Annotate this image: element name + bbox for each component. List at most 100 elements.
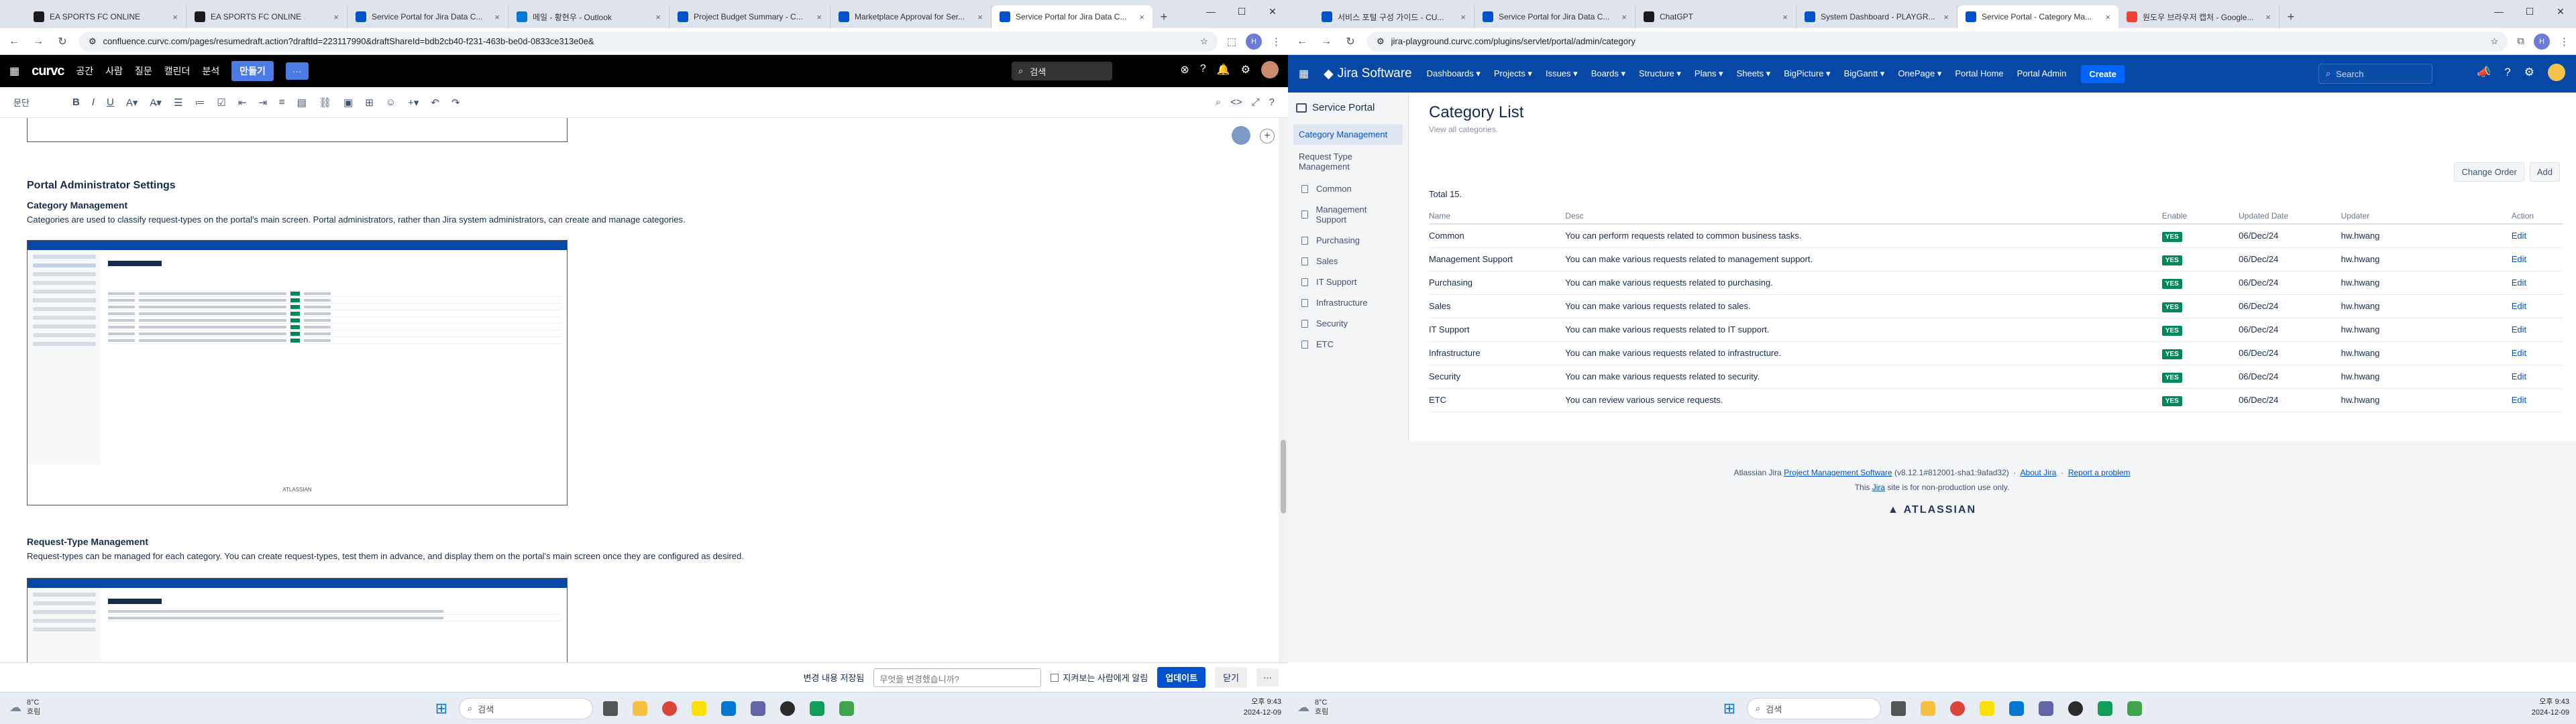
app-icon[interactable]	[2063, 697, 2088, 721]
task-view-icon[interactable]	[1886, 697, 1911, 721]
nav-people[interactable]: 사람	[105, 64, 123, 78]
back-icon[interactable]: ←	[7, 36, 21, 48]
nav-calendar[interactable]: 캘린더	[164, 64, 191, 78]
browser-tab[interactable]: Project Budget Summary - C... ×	[669, 5, 830, 28]
bold-icon[interactable]: B	[72, 97, 80, 108]
confluence-page-body[interactable]: Portal Administrator Settings Category M…	[0, 118, 1279, 662]
notify-watchers-checkbox[interactable]: 지켜보는 사람에게 알림	[1051, 671, 1148, 684]
minimize-icon[interactable]: —	[2483, 0, 2514, 23]
source-code-icon[interactable]: <>	[1230, 97, 1242, 108]
sidebar-category-item[interactable]: Common	[1288, 178, 1408, 199]
browser-tab[interactable]: 메일 - 황현우 - Outlook ×	[508, 5, 669, 28]
forward-icon[interactable]: →	[31, 36, 46, 48]
task-list-icon[interactable]: ☑	[217, 97, 225, 109]
page-scrollbar[interactable]	[1279, 118, 1288, 662]
tab-close-icon[interactable]: ×	[655, 12, 661, 22]
app-icon[interactable]	[775, 697, 800, 721]
redo-icon[interactable]: ↷	[451, 97, 460, 109]
back-icon[interactable]: ←	[1295, 36, 1309, 48]
new-tab-button[interactable]: +	[2279, 5, 2302, 28]
app-switcher-icon[interactable]: ▦	[1299, 67, 1309, 80]
tab-close-icon[interactable]: ×	[494, 12, 500, 22]
embedded-screenshot-request-type[interactable]	[27, 578, 568, 662]
tab-close-icon[interactable]: ×	[977, 12, 983, 22]
kakaotalk-icon[interactable]	[1975, 697, 1999, 721]
about-jira-link[interactable]: About Jira	[2020, 468, 2056, 477]
create-more-button[interactable]: ···	[285, 62, 309, 80]
nav-bigpicture[interactable]: BigPicture ▾	[1784, 68, 1830, 79]
edit-link[interactable]: Edit	[2512, 301, 2526, 311]
bookmark-star-icon[interactable]: ☆	[1200, 36, 1208, 47]
jira-link[interactable]: Jira	[1872, 483, 1885, 492]
nav-questions[interactable]: 질문	[135, 64, 152, 78]
underline-icon[interactable]: U	[107, 97, 114, 108]
nav-biggantt[interactable]: BigGantt ▾	[1844, 68, 1885, 79]
nav-analytics[interactable]: 분석	[202, 64, 219, 78]
find-icon[interactable]: ⌕	[1216, 97, 1221, 108]
user-avatar[interactable]	[1261, 61, 1279, 78]
app-icon[interactable]	[2034, 697, 2058, 721]
nav-projects[interactable]: Projects ▾	[1494, 68, 1532, 79]
confluence-search-input[interactable]: ⌕ 검색	[1012, 62, 1112, 80]
image-icon[interactable]: ▣	[343, 97, 353, 109]
edit-link[interactable]: Edit	[2512, 278, 2526, 288]
taskbar-clock[interactable]: 오후 9:43 2024-12-09	[1244, 697, 1281, 718]
maximize-icon[interactable]: ☐	[1226, 0, 1257, 23]
nav-portal-admin[interactable]: Portal Admin	[2017, 68, 2067, 79]
tab-close-icon[interactable]: ×	[1621, 12, 1627, 22]
translate-icon[interactable]: ⧉	[2517, 36, 2524, 47]
browser-tab[interactable]: ChatGPT ×	[1635, 5, 1796, 28]
chrome-icon[interactable]	[1945, 697, 1970, 721]
site-info-icon[interactable]: ⚙	[89, 36, 97, 47]
nav-plans[interactable]: Plans ▾	[1695, 68, 1723, 79]
insert-more-icon[interactable]: +▾	[408, 97, 419, 109]
create-button[interactable]: Create	[2081, 64, 2125, 83]
browser-tab[interactable]: EA SPORTS FC ONLINE ×	[25, 5, 186, 28]
tab-close-icon[interactable]: ×	[2105, 12, 2110, 22]
add-button[interactable]: Add	[2529, 162, 2560, 182]
browser-menu-icon[interactable]: ⋮	[2559, 36, 2569, 48]
embedded-screenshot-category-list[interactable]: ATLASSIAN	[27, 240, 568, 505]
notifications-icon[interactable]: 🔔	[1217, 63, 1230, 78]
taskbar-search-input[interactable]: ⌕ 검색	[1747, 698, 1881, 719]
help-icon[interactable]: ?	[2504, 66, 2510, 81]
outdent-icon[interactable]: ⇤	[238, 97, 247, 109]
tab-close-icon[interactable]: ×	[816, 12, 822, 22]
vscode-icon[interactable]	[716, 697, 741, 721]
browser-tab[interactable]: System Dashboard - PLAYGR... ×	[1796, 5, 1957, 28]
checkbox-icon[interactable]	[1051, 673, 1059, 682]
tab-close-icon[interactable]: ×	[1460, 12, 1466, 22]
weather-widget[interactable]: ☁ 8°C 흐림	[9, 698, 40, 717]
change-comment-input[interactable]: 무엇을 변경했습니까?	[873, 668, 1042, 687]
user-avatar[interactable]	[2548, 64, 2565, 81]
reload-icon[interactable]: ↻	[1343, 35, 1358, 48]
settings-gear-icon[interactable]: ⚙	[1241, 63, 1250, 78]
close-window-icon[interactable]: ✕	[1257, 0, 1288, 23]
sidebar-category-item[interactable]: Security	[1288, 313, 1408, 334]
file-explorer-icon[interactable]	[628, 697, 652, 721]
profile-avatar[interactable]: H	[1246, 33, 1262, 50]
edit-link[interactable]: Edit	[2512, 395, 2526, 405]
more-actions-button[interactable]: ···	[1256, 668, 1279, 686]
file-explorer-icon[interactable]	[1916, 697, 1940, 721]
app-icon[interactable]	[835, 697, 859, 721]
numbered-list-icon[interactable]: ≔	[195, 97, 205, 109]
minimize-icon[interactable]: —	[1195, 0, 1226, 23]
close-window-icon[interactable]: ✕	[2545, 0, 2576, 23]
nav-boards[interactable]: Boards ▾	[1591, 68, 1625, 79]
sidebar-category-item[interactable]: Sales	[1288, 251, 1408, 272]
nav-portal-home[interactable]: Portal Home	[1955, 68, 2003, 79]
italic-icon[interactable]: I	[92, 97, 95, 108]
align-icon[interactable]: ≡	[279, 97, 285, 108]
reload-icon[interactable]: ↻	[55, 35, 70, 48]
browser-tab[interactable]: Service Portal - Category Ma... ×	[1957, 5, 2118, 28]
binoculars-icon[interactable]: ⊗	[1180, 63, 1189, 78]
emoji-icon[interactable]: ☺	[386, 97, 396, 108]
maximize-icon[interactable]: ☐	[2514, 0, 2545, 23]
browser-menu-icon[interactable]: ⋮	[1271, 36, 1281, 48]
more-formatting-icon[interactable]: A̶▾	[150, 97, 162, 109]
pm-software-link[interactable]: Project Management Software	[1784, 468, 1892, 477]
nav-sheets[interactable]: Sheets ▾	[1737, 68, 1771, 79]
nav-spaces[interactable]: 공간	[76, 64, 94, 78]
sidebar-category-item[interactable]: Infrastructure	[1288, 292, 1408, 313]
